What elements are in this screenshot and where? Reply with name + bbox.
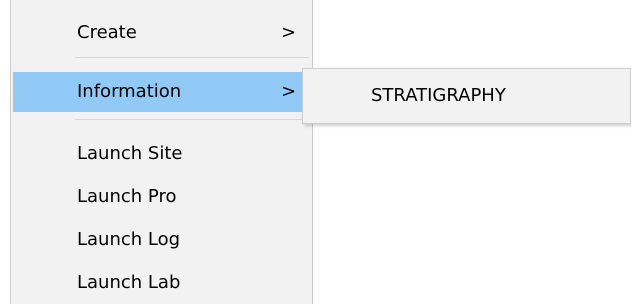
screen: Create > Information > Launch Site Launc…: [0, 0, 631, 304]
menu-item-launch-log[interactable]: Launch Log: [13, 220, 310, 260]
context-menu: Create > Information > Launch Site Launc…: [10, 0, 313, 304]
menu-item-label: Create: [77, 22, 137, 43]
menu-item-label: Launch Log: [77, 229, 181, 250]
information-submenu: STRATIGRAPHY: [302, 68, 631, 124]
menu-item-label: Information: [77, 81, 182, 102]
menu-item-create[interactable]: Create >: [13, 13, 310, 53]
submenu-item-label: STRATIGRAPHY: [371, 85, 506, 106]
menu-item-launch-pro[interactable]: Launch Pro: [13, 177, 310, 217]
menu-item-label: Launch Site: [77, 143, 183, 164]
menu-item-information[interactable]: Information >: [13, 72, 310, 112]
submenu-item-stratigraphy[interactable]: STRATIGRAPHY: [304, 76, 629, 116]
menu-separator: [75, 119, 309, 120]
menu-item-launch-lab[interactable]: Launch Lab: [13, 263, 310, 303]
menu-separator: [75, 57, 309, 58]
menu-item-label: Launch Pro: [77, 186, 177, 207]
menu-item-label: Launch Lab: [77, 272, 181, 293]
menu-item-launch-site[interactable]: Launch Site: [13, 134, 310, 174]
chevron-right-icon: >: [281, 22, 297, 43]
chevron-right-icon: >: [281, 81, 297, 102]
